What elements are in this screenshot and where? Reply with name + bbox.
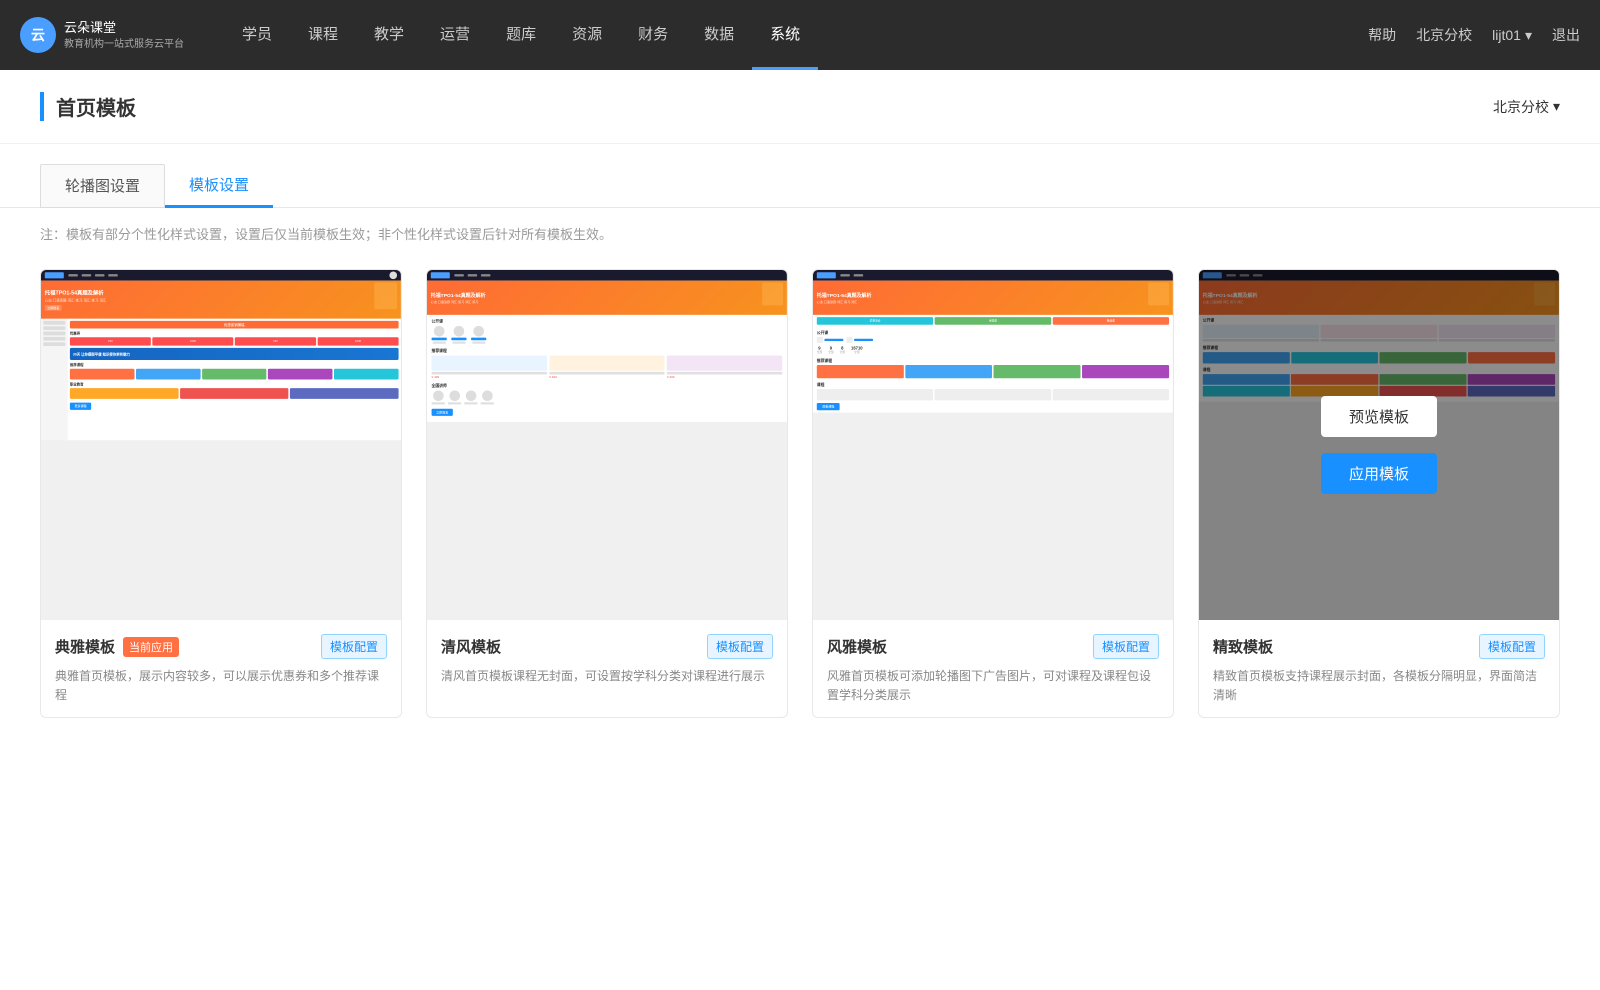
page-title: 首页模板 [40,92,136,121]
tabs: 轮播图设置 模板设置 [40,164,1560,207]
template-preview-qingfeng[interactable]: 托福TPO1-54真题及解析 心血·口语读题·词汇·练习·词汇·练习 公开课 [427,270,787,620]
logo-icon: 云 [20,17,56,53]
template-info-qingfeng: 清风模板 模板配置 清风首页模板课程无封面，可设置按学科分类对课程进行展示 [427,620,787,698]
template-name-qingfeng: 清风模板 [441,636,501,657]
template-name-row-qingfeng: 清风模板 模板配置 [441,634,773,659]
nav-question-bank[interactable]: 题库 [488,0,554,70]
template-name-row-fengya: 风雅模板 模板配置 [827,634,1159,659]
template-desc-qingfeng: 清风首页模板课程无封面，可设置按学科分类对课程进行展示 [441,667,773,686]
logo: 云 云朵课堂 教育机构一站式服务云平台 [20,17,184,53]
main-nav: 学员 课程 教学 运营 题库 资源 财务 数据 系统 [224,0,1368,70]
template-name-row-diya: 典雅模板 当前应用 模板配置 [55,634,387,659]
branch-dropdown-icon: ▾ [1553,98,1560,115]
template-name-fengya: 风雅模板 [827,636,887,657]
branch-selector[interactable]: 北京分校 ▾ [1493,97,1560,117]
navbar-right: 帮助 北京分校 lijt01 ▾ 退出 [1368,25,1580,45]
template-desc-diya: 典雅首页模板，展示内容较多，可以展示优惠券和多个推荐课程 [55,667,387,705]
logout-link[interactable]: 退出 [1552,25,1580,45]
branch-link[interactable]: 北京分校 [1416,25,1472,45]
badge-config-fengya[interactable]: 模板配置 [1093,634,1159,659]
template-card-diya: 托福TPO1-54真题及解析 心血·口语读题·词汇·练习·词汇·练习·词汇 立即… [40,269,402,718]
badge-current-diya: 当前应用 [123,637,179,657]
badge-config-qingfeng[interactable]: 模板配置 [707,634,773,659]
template-info-jingzhi: 精致模板 模板配置 精致首页模板支持课程展示封面，各模板分隔明显，界面简洁清晰 [1199,620,1559,717]
mockup-diya: 托福TPO1-54真题及解析 心血·口语读题·词汇·练习·词汇·练习·词汇 立即… [41,270,401,403]
nav-students[interactable]: 学员 [224,0,290,70]
nav-system[interactable]: 系统 [752,0,818,70]
tabs-container: 轮播图设置 模板设置 [0,144,1600,208]
navbar: 云 云朵课堂 教育机构一站式服务云平台 学员 课程 教学 运营 题库 资源 财务… [0,0,1600,70]
nav-operations[interactable]: 运营 [422,0,488,70]
template-overlay-jingzhi: 预览模板 应用模板 [1199,270,1559,620]
nav-resources[interactable]: 资源 [554,0,620,70]
template-name-diya: 典雅模板 [55,636,115,657]
mockup-fengya: 托福TPO1-54真题及解析 心血·口语读题·词汇·练习·词汇 优惠活动 专题课 [813,270,1173,403]
nav-data[interactable]: 数据 [686,0,752,70]
template-card-fengya: 托福TPO1-54真题及解析 心血·口语读题·词汇·练习·词汇 优惠活动 专题课 [812,269,1174,718]
user-dropdown[interactable]: lijt01 ▾ [1492,27,1532,44]
nav-teaching[interactable]: 教学 [356,0,422,70]
note-bar: 注：模板有部分个性化样式设置，设置后仅当前模板生效；非个性化样式设置后针对所有模… [0,208,1600,259]
templates-grid: 托福TPO1-54真题及解析 心血·口语读题·词汇·练习·词汇·练习·词汇 立即… [0,259,1600,758]
logo-title: 云朵课堂 [64,20,184,36]
template-info-diya: 典雅模板 当前应用 模板配置 典雅首页模板，展示内容较多，可以展示优惠券和多个推… [41,620,401,717]
logo-subtitle: 教育机构一站式服务云平台 [64,35,184,50]
tab-carousel[interactable]: 轮播图设置 [40,164,165,208]
nav-courses[interactable]: 课程 [290,0,356,70]
template-card-jingzhi: 托福TPO1-54真题及解析 心血·口语读题·词汇·练习·词汇 公开课 [1198,269,1560,718]
template-desc-jingzhi: 精致首页模板支持课程展示封面，各模板分隔明显，界面简洁清晰 [1213,667,1545,705]
username: lijt01 [1492,27,1521,43]
mockup-qingfeng: 托福TPO1-54真题及解析 心血·口语读题·词汇·练习·词汇·练习 公开课 [427,270,787,403]
template-desc-fengya: 风雅首页模板可添加轮播图下广告图片，可对课程及课程包设置学科分类展示 [827,667,1159,705]
branch-name: 北京分校 [1493,97,1549,117]
page-container: 首页模板 北京分校 ▾ 轮播图设置 模板设置 注：模板有部分个性化样式设置，设置… [0,70,1600,990]
note-text: 注：模板有部分个性化样式设置，设置后仅当前模板生效；非个性化样式设置后针对所有模… [40,227,612,242]
template-preview-diya[interactable]: 托福TPO1-54真题及解析 心血·口语读题·词汇·练习·词汇·练习·词汇 立即… [41,270,401,620]
template-name-row-jingzhi: 精致模板 模板配置 [1213,634,1545,659]
logo-text-block: 云朵课堂 教育机构一站式服务云平台 [64,20,184,51]
badge-config-jingzhi[interactable]: 模板配置 [1479,634,1545,659]
template-name-jingzhi: 精致模板 [1213,636,1273,657]
template-card-qingfeng: 托福TPO1-54真题及解析 心血·口语读题·词汇·练习·词汇·练习 公开课 [426,269,788,718]
template-preview-fengya[interactable]: 托福TPO1-54真题及解析 心血·口语读题·词汇·练习·词汇 优惠活动 专题课 [813,270,1173,620]
template-info-fengya: 风雅模板 模板配置 风雅首页模板可添加轮播图下广告图片，可对课程及课程包设置学科… [813,620,1173,717]
badge-config-diya[interactable]: 模板配置 [321,634,387,659]
tab-template[interactable]: 模板设置 [165,164,273,208]
nav-finance[interactable]: 财务 [620,0,686,70]
preview-template-button[interactable]: 预览模板 [1321,396,1437,437]
help-link[interactable]: 帮助 [1368,25,1396,45]
apply-template-button[interactable]: 应用模板 [1321,453,1437,494]
dropdown-arrow-icon: ▾ [1525,27,1532,44]
page-header: 首页模板 北京分校 ▾ [0,70,1600,144]
template-preview-jingzhi[interactable]: 托福TPO1-54真题及解析 心血·口语读题·词汇·练习·词汇 公开课 [1199,270,1559,620]
